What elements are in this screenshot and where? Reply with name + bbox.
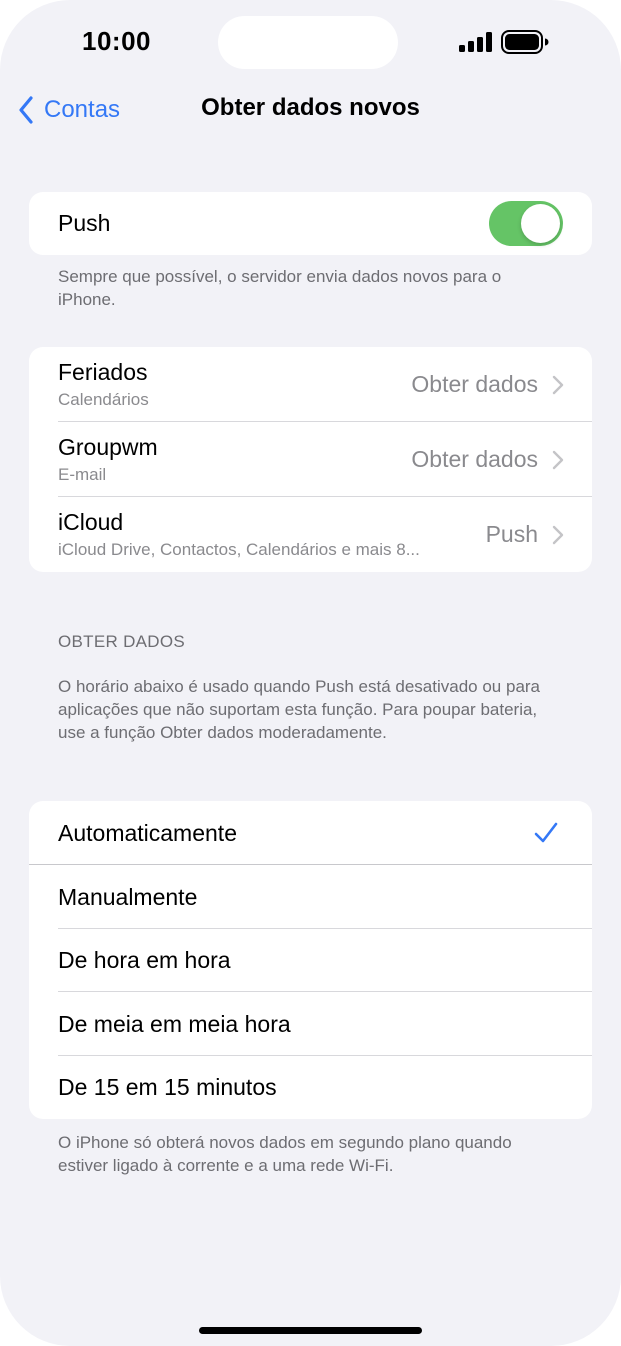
fetch-option-label: De hora em hora	[58, 947, 231, 973]
push-row: Push	[29, 192, 592, 255]
account-detail: Calendários	[58, 390, 149, 409]
chevron-right-icon	[552, 525, 564, 544]
account-detail: E-mail	[58, 465, 107, 484]
account-row-feriados[interactable]: Feriados Calendários Obter dados	[29, 347, 592, 422]
chevron-right-icon	[552, 375, 564, 394]
fetch-options-group: Automaticamente Manualmente De hora em h…	[29, 801, 592, 1119]
account-detail: iCloud Drive, Contactos, Calendários e m…	[58, 540, 420, 559]
fetch-option-label: Manualmente	[58, 883, 198, 910]
fetch-option-15-minutes[interactable]: De 15 em 15 minutos	[29, 1056, 592, 1119]
dynamic-island	[218, 16, 398, 69]
fetch-section-description: O horário abaixo é usado quando Push est…	[58, 677, 541, 742]
fetch-section-header: OBTER DADOS	[58, 632, 186, 651]
fetch-option-label: De meia em meia hora	[58, 1010, 291, 1037]
push-group: Push	[29, 192, 592, 255]
fetch-option-half-hourly[interactable]: De meia em meia hora	[29, 992, 592, 1056]
account-row-icloud[interactable]: iCloud iCloud Drive, Contactos, Calendár…	[29, 497, 592, 572]
toggle-knob	[521, 204, 560, 243]
fetch-option-automatic[interactable]: Automaticamente	[29, 801, 592, 865]
status-time: 10:00	[82, 26, 151, 56]
battery-icon	[501, 30, 549, 54]
push-toggle[interactable]	[489, 201, 563, 246]
fetch-option-label: De 15 em 15 minutos	[58, 1074, 277, 1100]
checkmark-icon	[534, 822, 558, 843]
fetch-option-label: Automaticamente	[58, 819, 237, 846]
cellular-signal-icon	[459, 32, 492, 52]
push-label: Push	[58, 210, 111, 236]
account-fetch-mode: Obter dados	[411, 371, 538, 397]
chevron-right-icon	[552, 450, 564, 469]
account-name: iCloud	[58, 509, 124, 535]
fetch-option-manual[interactable]: Manualmente	[29, 865, 592, 929]
push-footer: Sempre que possível, o servidor envia da…	[58, 267, 502, 309]
phone-screen: 10:00 Contas Obter dados novos Push Semp…	[0, 0, 621, 1346]
account-fetch-mode: Obter dados	[411, 446, 538, 472]
page-title: Obter dados novos	[201, 94, 420, 121]
account-name: Groupwm	[58, 434, 158, 460]
home-indicator[interactable]	[199, 1327, 422, 1334]
account-fetch-mode: Push	[485, 521, 538, 547]
fetch-footer: O iPhone só obterá novos dados em segund…	[58, 1133, 512, 1175]
account-row-groupwm[interactable]: Groupwm E-mail Obter dados	[29, 422, 592, 497]
account-name: Feriados	[58, 359, 148, 385]
accounts-group: Feriados Calendários Obter dados Groupwm…	[29, 347, 592, 572]
fetch-option-hourly[interactable]: De hora em hora	[29, 929, 592, 992]
